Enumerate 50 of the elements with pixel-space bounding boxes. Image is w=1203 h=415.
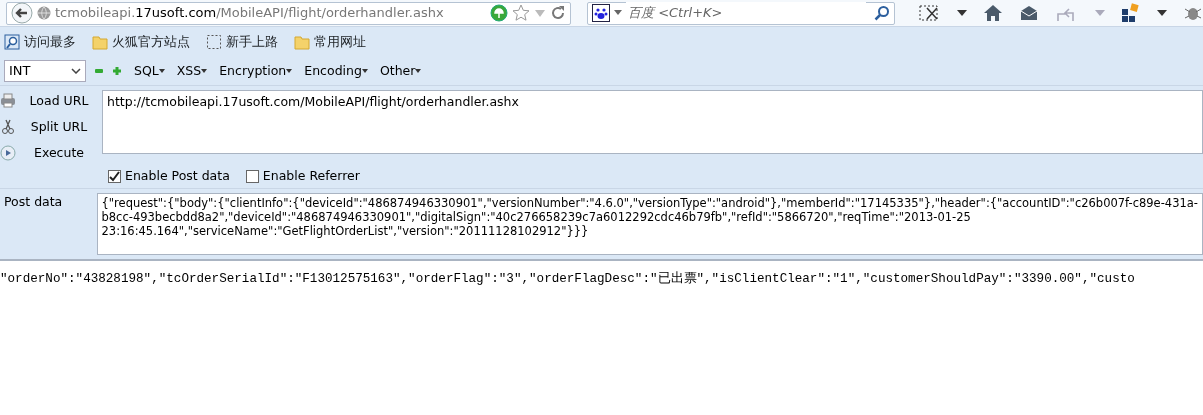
check-icon [109,170,120,182]
checkbox-label: Enable Referrer [262,166,360,185]
screenshot-icon[interactable] [919,4,941,22]
action-button[interactable]: Load URL [16,91,102,111]
play-icon [0,145,16,161]
caret-icon [286,69,293,73]
menu-button[interactable]: Encryption [219,61,293,81]
chevron-icon [71,68,81,74]
mail-icon[interactable] [1019,4,1039,22]
bookmark-link[interactable]: 常用网址 [314,32,366,52]
bookmark-link[interactable]: 访问最多 [24,32,76,52]
scissors-icon [0,119,16,135]
search-icon[interactable] [874,5,890,21]
folder-icon [294,34,310,50]
menu-button[interactable]: XSS [176,61,208,81]
back-icon[interactable] [11,2,33,24]
post-data-field[interactable]: {"request":{"body":{"clientInfo":{"deviceId":"486874946330901","versionNumber":"4.6.0","versionType":"android"},"memberId":"17145335"},"header":{"accountID":"c26b007f-c89e-431a- b8cc-493becbdd8a2","deviceId":"486874946330901","digitalSign":"40c276658239c7a6012292cdc46b79fb","refId":"5866720","reqTime":"2013-01-25 23:16:45.164","serviceName":"GetFlightOrderList","version":"20111128102912"}}} [96,193,1203,255]
go-icon[interactable] [490,4,508,22]
caret-icon[interactable] [957,10,967,16]
bookmark-link[interactable]: 火狐官方站点 [112,32,190,52]
folder-icon [92,34,108,50]
caret-icon [158,69,165,73]
url-field[interactable]: http://tcmobileapi.17usoft.com/MobileAPI/flight/orderhandler.ashx [102,90,1203,154]
caret-icon [361,69,368,73]
star-icon[interactable] [512,4,530,22]
caret-icon[interactable] [1157,10,1167,16]
type-select[interactable]: INT [4,60,86,82]
home-icon[interactable] [983,4,1003,22]
checkbox[interactable] [108,169,121,183]
dashed-square-icon [206,34,222,50]
checkbox[interactable] [245,169,259,183]
reload-icon[interactable] [550,5,566,21]
menu-button[interactable]: SQL [134,61,165,81]
caret-icon [201,69,208,73]
menu-button[interactable]: Encoding [304,61,368,81]
search-icon [4,34,20,50]
action-button[interactable]: Split URL [16,117,102,137]
printer-icon [0,93,16,109]
globe-icon [37,6,51,20]
action-button[interactable]: Execute [16,143,102,163]
bookmark-link[interactable]: 新手上路 [226,32,278,52]
caret-icon [415,69,422,73]
response-text: "orderNo":"43828198","tcOrderSerialId":"F13012575163","orderFlag":"3","orderFlagDesc":"已出票","isClientClear":"1","customerShouldPay":"3390.00","custo [0,272,1135,286]
field-label: Post data [3,193,64,211]
caret-icon [614,10,622,16]
checkbox-label: Enable Post data [125,166,230,185]
search-field[interactable]: 百度 <Ctrl+K> [587,1,895,25]
menu-button[interactable]: Other [379,61,422,81]
paw-icon [592,4,610,22]
grid-icon[interactable] [1121,3,1141,23]
